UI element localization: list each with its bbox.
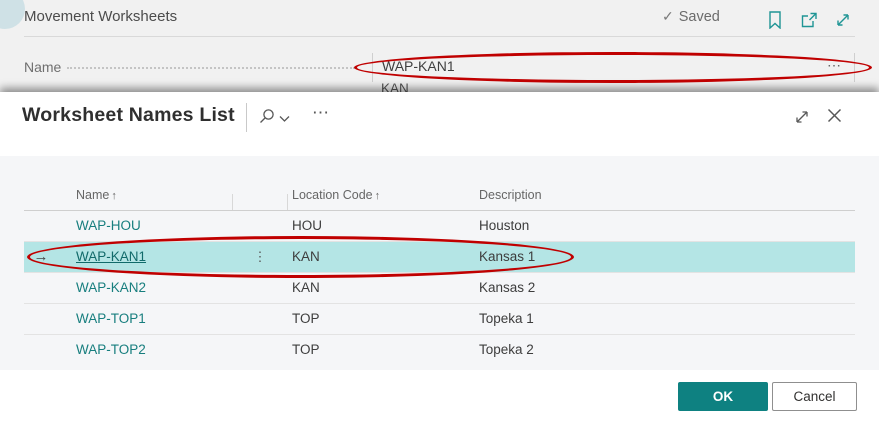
expand-icon[interactable] bbox=[832, 9, 854, 31]
table-section: Name↑ Location Code↑ Description WAP-HOU… bbox=[0, 156, 879, 370]
field-dotted-leader bbox=[67, 55, 355, 69]
table-row[interactable]: WAP-KAN2 KAN Kansas 2 bbox=[24, 273, 855, 304]
cancel-button[interactable]: Cancel bbox=[772, 382, 857, 411]
page-title: Movement Worksheets bbox=[24, 8, 177, 25]
dialog-title-divider bbox=[246, 103, 247, 132]
location-code-cell: TOP bbox=[292, 304, 320, 334]
location-code-cell: HOU bbox=[292, 211, 322, 241]
worksheet-name-link[interactable]: WAP-KAN2 bbox=[76, 273, 146, 303]
dialog-expand-icon[interactable] bbox=[794, 109, 810, 125]
worksheet-name-link[interactable]: WAP-KAN1 bbox=[76, 242, 146, 272]
location-code-cell: KAN bbox=[292, 242, 320, 272]
column-header-description[interactable]: Description bbox=[479, 188, 544, 202]
worksheet-name-link[interactable]: WAP-TOP2 bbox=[76, 335, 146, 365]
table-header-row: Name↑ Location Code↑ Description bbox=[24, 182, 855, 210]
table-row[interactable]: WAP-HOU HOU Houston bbox=[24, 211, 855, 242]
row-menu-icon[interactable]: ⋮ bbox=[252, 242, 268, 272]
screen: Movement Worksheets ✓ Saved Name WAP-KAN… bbox=[0, 0, 879, 422]
bookmark-icon[interactable] bbox=[764, 9, 786, 31]
sort-ascending-icon: ↑ bbox=[375, 190, 381, 202]
chevron-down-icon bbox=[279, 110, 290, 128]
column-divider bbox=[287, 194, 288, 210]
more-options-icon[interactable]: ⋯ bbox=[312, 103, 329, 123]
open-in-window-icon[interactable] bbox=[798, 9, 820, 31]
description-cell: Houston bbox=[479, 211, 529, 241]
column-header-location-code[interactable]: Location Code↑ bbox=[292, 188, 380, 202]
column-divider bbox=[232, 194, 233, 210]
name-field-label: Name bbox=[24, 59, 61, 75]
sort-ascending-icon: ↑ bbox=[111, 190, 117, 202]
selected-row-arrow-icon: → bbox=[26, 242, 56, 272]
save-status-label: Saved bbox=[679, 9, 720, 25]
assist-edit-icon[interactable]: ⋯ bbox=[827, 57, 841, 74]
table-body: WAP-HOU HOU Houston → WAP-KAN1 ⋮ KAN Kan… bbox=[24, 211, 855, 366]
search-icon bbox=[258, 108, 275, 130]
worksheet-names-dialog: Worksheet Names List ⋯ Name↑ Location C bbox=[0, 92, 879, 422]
location-code-cell: KAN bbox=[292, 273, 320, 303]
table-row[interactable]: → WAP-KAN1 ⋮ KAN Kansas 1 bbox=[24, 242, 855, 273]
worksheet-name-link[interactable]: WAP-HOU bbox=[76, 211, 141, 241]
name-field[interactable]: WAP-KAN1 ⋯ bbox=[372, 53, 855, 82]
search-button[interactable] bbox=[258, 108, 290, 130]
page-header-divider bbox=[24, 36, 855, 37]
close-icon[interactable] bbox=[827, 108, 842, 123]
checkmark-icon: ✓ bbox=[662, 8, 674, 25]
page-header: Movement Worksheets ✓ Saved Name WAP-KAN… bbox=[0, 0, 879, 92]
description-cell: Kansas 1 bbox=[479, 242, 535, 272]
save-status: ✓ Saved bbox=[662, 8, 720, 25]
worksheet-name-link[interactable]: WAP-TOP1 bbox=[76, 304, 146, 334]
table-row[interactable]: WAP-TOP1 TOP Topeka 1 bbox=[24, 304, 855, 335]
avatar bbox=[0, 0, 25, 29]
description-cell: Kansas 2 bbox=[479, 273, 535, 303]
column-header-name[interactable]: Name↑ bbox=[76, 188, 117, 202]
table-row[interactable]: WAP-TOP2 TOP Topeka 2 bbox=[24, 335, 855, 366]
ok-button[interactable]: OK bbox=[678, 382, 768, 411]
description-cell: Topeka 1 bbox=[479, 304, 534, 334]
name-field-value[interactable]: WAP-KAN1 bbox=[382, 58, 455, 74]
location-code-cell: TOP bbox=[292, 335, 320, 365]
description-cell: Topeka 2 bbox=[479, 335, 534, 365]
dialog-title: Worksheet Names List bbox=[22, 104, 235, 127]
